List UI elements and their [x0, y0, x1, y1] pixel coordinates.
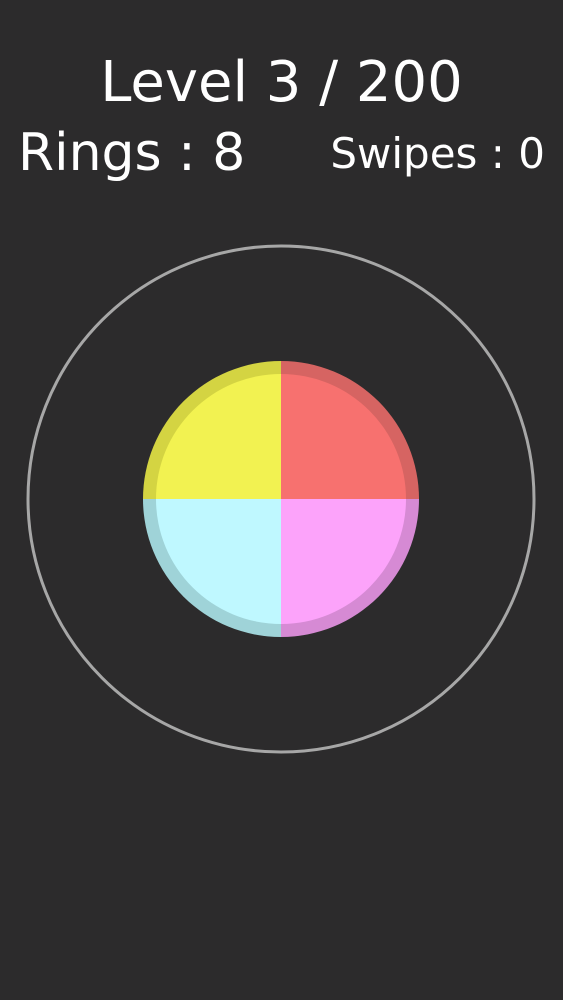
game-board[interactable] — [0, 0, 563, 1000]
color-wheel[interactable] — [143, 361, 419, 637]
quadrant-bottom-left[interactable] — [156, 499, 281, 624]
quadrant-top-right[interactable] — [281, 374, 406, 499]
quadrant-top-left[interactable] — [156, 374, 281, 499]
game-screen[interactable]: Level 3 / 200 Rings : 8 Swipes : 0 — [0, 0, 563, 1000]
quadrant-bottom-right[interactable] — [281, 499, 406, 624]
